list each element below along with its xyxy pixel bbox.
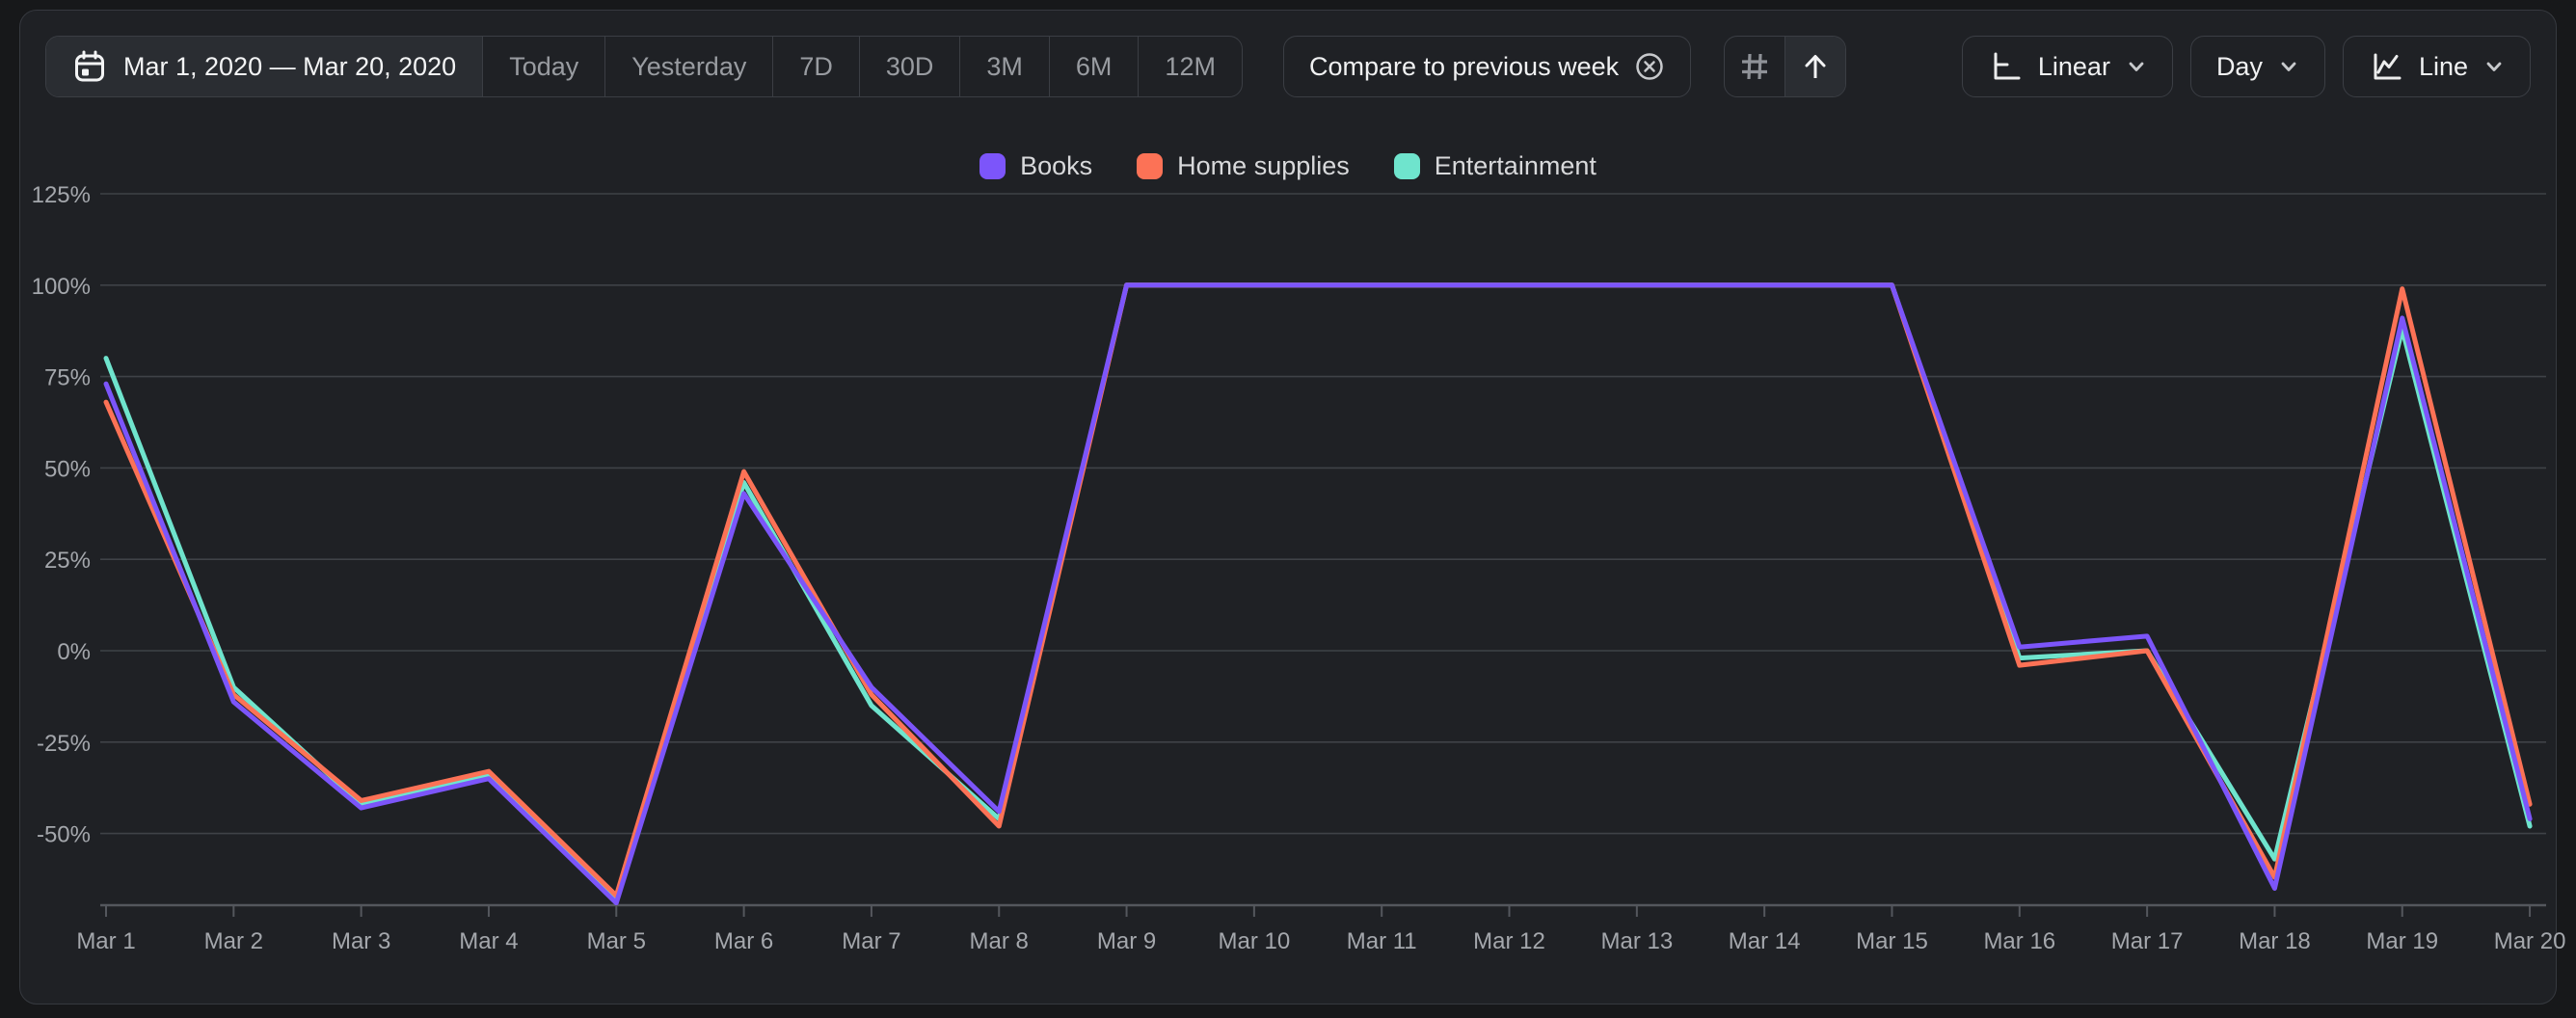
y-axis-tick-label: 50% [44, 456, 91, 482]
x-axis-tick-label: Mar 17 [2111, 928, 2184, 954]
y-axis-tick-label: -50% [37, 822, 91, 848]
series-line-books[interactable] [106, 285, 2530, 903]
y-axis-tick-label: 0% [57, 639, 91, 665]
x-axis-tick-label: Mar 4 [459, 928, 518, 954]
x-axis-tick-label: Mar 3 [332, 928, 390, 954]
x-axis-tick-label: Mar 19 [2366, 928, 2438, 954]
x-axis-tick-label: Mar 7 [842, 928, 900, 954]
y-axis-tick-label: 75% [44, 365, 91, 391]
x-axis-tick-label: Mar 1 [76, 928, 135, 954]
y-axis-tick-label: -25% [37, 731, 91, 757]
x-axis-tick-label: Mar 15 [1856, 928, 1928, 954]
x-axis-tick-label: Mar 6 [714, 928, 773, 954]
y-axis-tick-label: 25% [44, 548, 91, 574]
x-axis-tick-label: Mar 9 [1097, 928, 1156, 954]
x-axis-tick-label: Mar 16 [1983, 928, 2055, 954]
x-axis-tick-label: Mar 2 [204, 928, 263, 954]
y-axis-tick-label: 100% [32, 274, 91, 300]
x-axis-tick-label: Mar 12 [1473, 928, 1545, 954]
x-axis-tick-label: Mar 8 [970, 928, 1029, 954]
x-axis-tick-label: Mar 11 [1347, 928, 1417, 954]
x-axis-tick-label: Mar 5 [587, 928, 646, 954]
page: { "toolbar": { "date_range": "Mar 1, 202… [0, 0, 2576, 1018]
x-axis-tick-label: Mar 14 [1729, 928, 1801, 954]
x-axis-tick-label: Mar 18 [2239, 928, 2311, 954]
y-axis-tick-label: 125% [32, 182, 91, 208]
x-axis-tick-label: Mar 20 [2494, 928, 2566, 954]
x-axis-tick-label: Mar 10 [1219, 928, 1291, 954]
chart-canvas[interactable]: 125% 100% 75% 50% 25% 0% -25% -50% Mar 1 Mar 2 Mar… [0, 0, 2576, 1018]
x-axis-tick-label: Mar 13 [1600, 928, 1673, 954]
